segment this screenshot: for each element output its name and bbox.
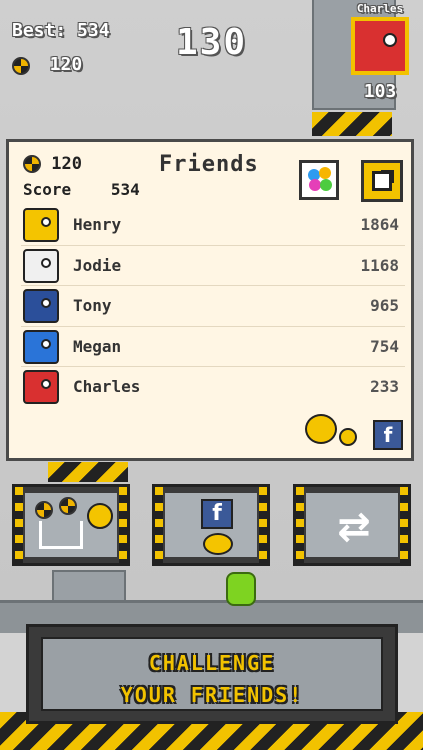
- share-icon: [372, 170, 394, 191]
- coin-icon: [59, 497, 77, 515]
- rival-score: 103: [363, 81, 397, 102]
- score-label: Score: [23, 180, 72, 199]
- panel-header: 120 Score 534 Friends: [19, 150, 407, 202]
- friend-score: 754: [370, 336, 399, 356]
- friend-score: 233: [370, 377, 399, 397]
- facebook-icon: f: [201, 499, 233, 529]
- friend-row[interactable]: Megan 754: [21, 327, 405, 368]
- friend-score: 1864: [360, 215, 399, 234]
- friend-name: Jodie: [73, 255, 122, 275]
- panel-coin-count: 120: [51, 154, 82, 174]
- friend-row[interactable]: Tony 965: [21, 286, 405, 327]
- banner-line-1: CHALLENGE: [148, 651, 276, 675]
- best-score-label: Best: 534: [12, 20, 110, 41]
- score-value: 534: [110, 180, 140, 199]
- friend-avatar: [23, 208, 59, 242]
- invite-friends-decoration: f: [281, 410, 407, 454]
- friend-score: 1168: [360, 255, 399, 275]
- friend-avatar: [23, 248, 59, 283]
- panel-coins: 120: [23, 154, 82, 174]
- friend-row[interactable]: Jodie 1168: [21, 246, 405, 287]
- friend-avatar: [23, 329, 59, 364]
- refresh-button[interactable]: ⇄: [293, 484, 411, 566]
- friend-name: Megan: [73, 336, 122, 356]
- friend-avatar: [23, 370, 59, 405]
- cart-coins-icon: [39, 521, 83, 549]
- character-icon: [305, 414, 337, 444]
- game-center-icon: [308, 167, 332, 193]
- coin-icon: [23, 155, 41, 173]
- shop-button[interactable]: [12, 484, 130, 566]
- game-center-button[interactable]: [299, 160, 339, 200]
- friend-name: Charles: [73, 377, 141, 397]
- coin-icon: [35, 501, 53, 519]
- character-icon: [87, 503, 113, 529]
- friend-name: Tony: [73, 296, 112, 316]
- current-score: 130: [176, 22, 248, 63]
- rival-avatar: [351, 17, 409, 75]
- facebook-icon: f: [373, 420, 403, 450]
- character-icon: [339, 428, 357, 446]
- friends-panel: 120 Score 534 Friends Henry 1864 Jodie 1…: [6, 139, 414, 461]
- friend-row[interactable]: Charles 233: [21, 367, 405, 407]
- friend-score: 965: [370, 296, 399, 316]
- friend-avatar: [23, 289, 59, 324]
- pipe-hazard-stripe: [312, 112, 392, 136]
- rival-badge: Charles 103: [345, 2, 415, 102]
- banner-line-2: YOUR FRIENDS!: [120, 683, 304, 707]
- refresh-arrows-icon: ⇄: [337, 504, 371, 550]
- friends-list: Henry 1864 Jodie 1168 Tony 965 Megan 754…: [21, 205, 405, 407]
- facebook-button[interactable]: f: [152, 484, 270, 566]
- hud-coins: 120: [12, 54, 82, 75]
- panel-score: Score 534: [23, 180, 140, 199]
- hud-coin-count: 120: [49, 54, 83, 75]
- challenge-banner[interactable]: CHALLENGE YOUR FRIENDS!: [26, 624, 398, 724]
- share-button[interactable]: [361, 160, 403, 202]
- friend-row[interactable]: Henry 1864: [21, 205, 405, 246]
- character-icon: [203, 533, 233, 555]
- floor-hazard-stripe: [48, 462, 128, 482]
- rival-name: Charles: [356, 2, 404, 15]
- panel-title: Friends: [159, 152, 259, 177]
- banner-plate: CHALLENGE YOUR FRIENDS!: [41, 637, 383, 711]
- friend-name: Henry: [73, 215, 122, 234]
- green-character: [226, 572, 256, 606]
- coin-icon: [12, 56, 30, 75]
